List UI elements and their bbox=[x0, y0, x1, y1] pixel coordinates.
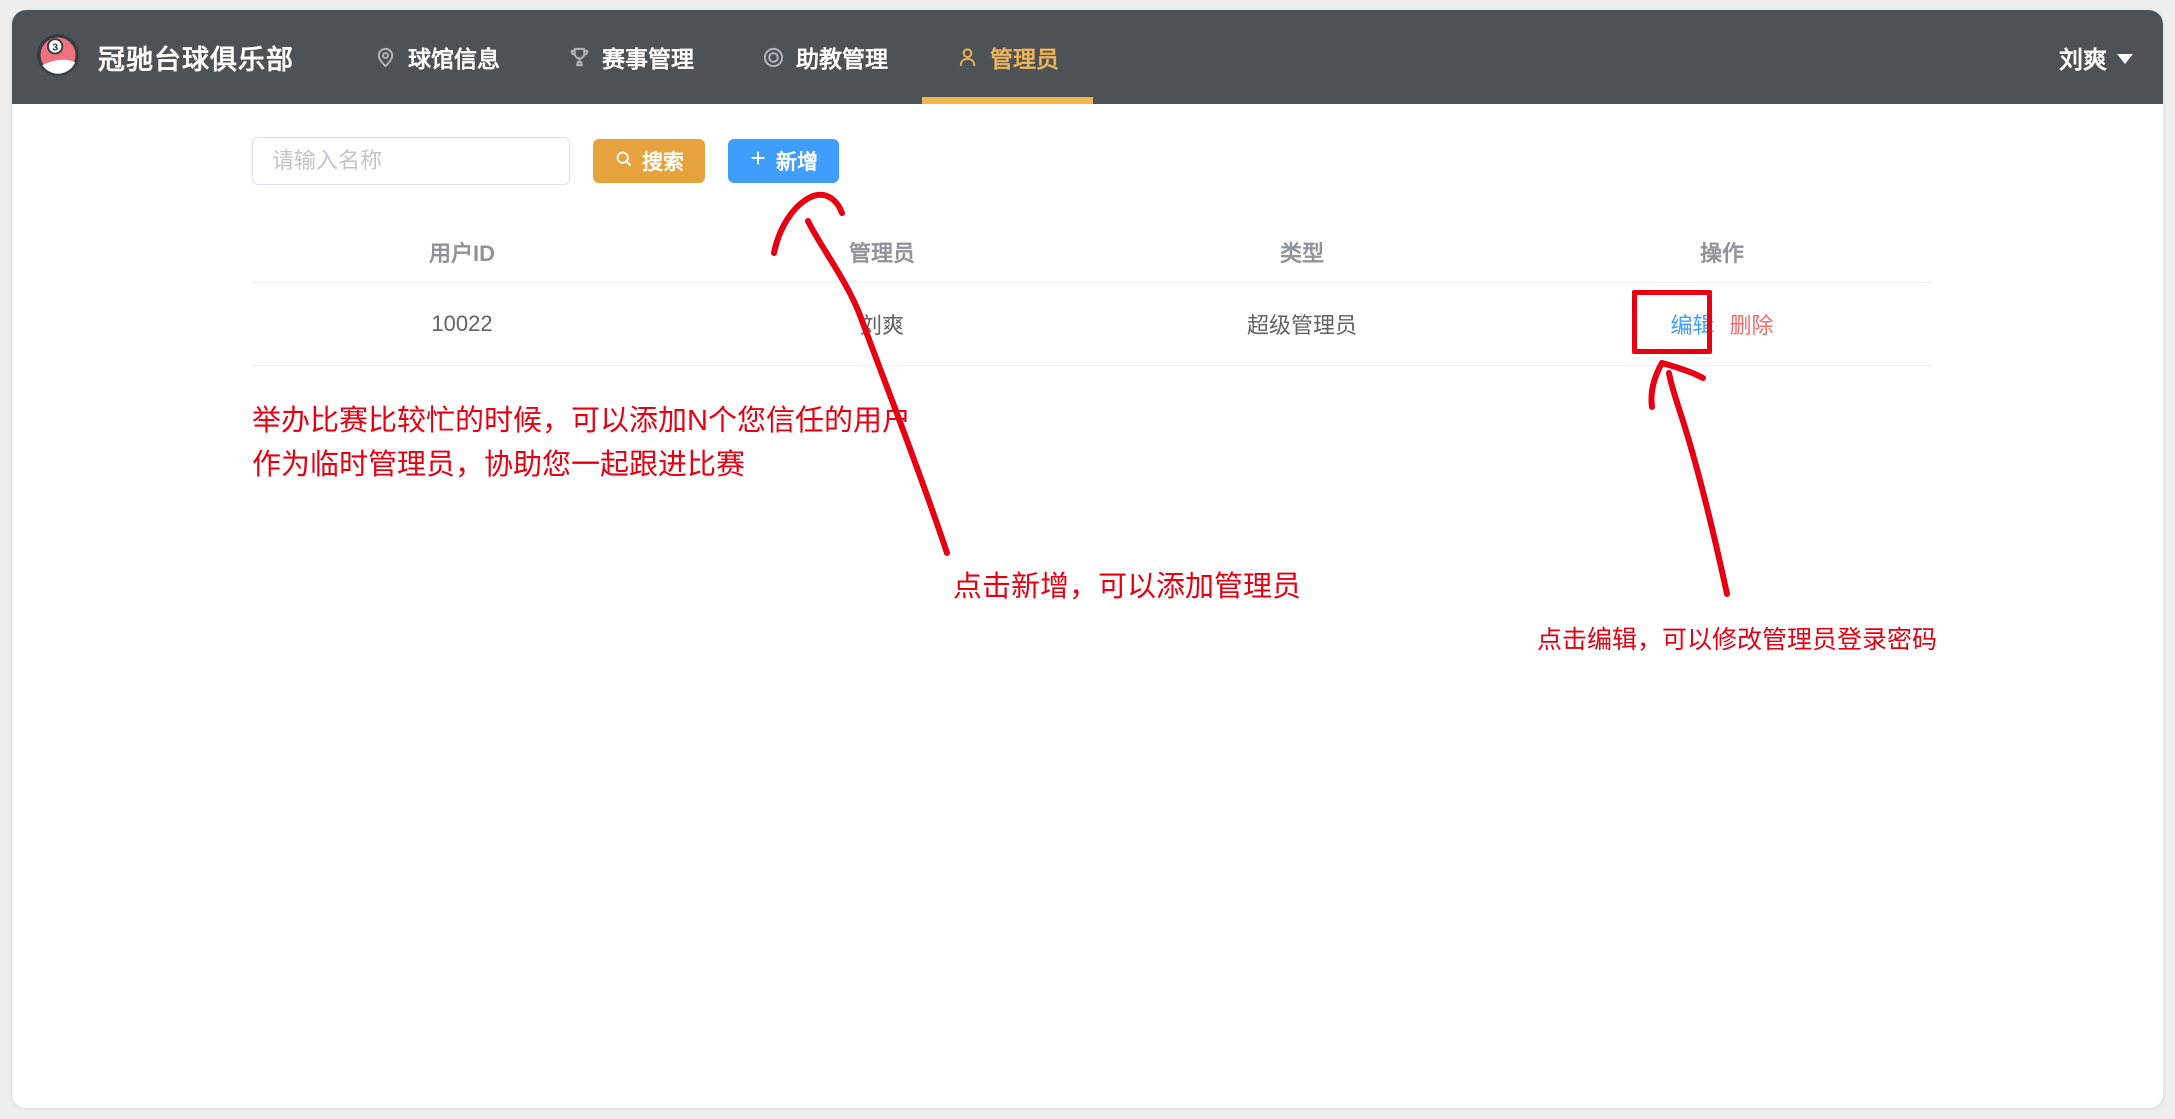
annotation-add-tip: 点击新增，可以添加管理员 bbox=[953, 563, 1301, 605]
caret-down-icon bbox=[2117, 54, 2133, 64]
toolbar: 搜索 新增 bbox=[252, 137, 2163, 185]
header-type: 类型 bbox=[1092, 236, 1512, 268]
brand[interactable]: 3 冠驰台球俱乐部 bbox=[35, 10, 294, 104]
nav-item-event-management[interactable]: 赛事管理 bbox=[534, 10, 728, 104]
nav-menu: 球馆信息 赛事管理 助教管理 bbox=[340, 10, 1093, 104]
user-menu[interactable]: 刘爽 bbox=[2059, 10, 2133, 104]
annotation-edit-tip: 点击编辑，可以修改管理员登录密码 bbox=[1537, 620, 1937, 656]
person-icon bbox=[956, 46, 979, 69]
nav-item-label: 管理员 bbox=[990, 40, 1059, 74]
nav-item-label: 球馆信息 bbox=[408, 40, 500, 74]
header-actions: 操作 bbox=[1512, 236, 1932, 268]
nav-item-venue-info[interactable]: 球馆信息 bbox=[340, 10, 534, 104]
delete-link[interactable]: 删除 bbox=[1730, 308, 1774, 340]
cell-admin-name: 刘爽 bbox=[672, 308, 1092, 340]
edit-highlight-box bbox=[1632, 290, 1712, 354]
search-button[interactable]: 搜索 bbox=[593, 139, 705, 183]
cell-type: 超级管理员 bbox=[1092, 308, 1512, 340]
nav-item-label: 赛事管理 bbox=[602, 40, 694, 74]
annotation-note-line1: 举办比赛比较忙的时候，可以添加N个您信任的用户 bbox=[252, 399, 911, 443]
brand-title: 冠驰台球俱乐部 bbox=[98, 38, 294, 77]
user-name: 刘爽 bbox=[2059, 40, 2107, 75]
header-user-id: 用户ID bbox=[252, 236, 672, 268]
location-pin-icon bbox=[374, 46, 397, 69]
trophy-icon bbox=[568, 46, 591, 69]
annotation-note-line2: 作为临时管理员，协助您一起跟进比赛 bbox=[252, 443, 911, 487]
add-button[interactable]: 新增 bbox=[728, 139, 839, 183]
annotation-note-text: 举办比赛比较忙的时候，可以添加N个您信任的用户 作为临时管理员，协助您一起跟进比… bbox=[252, 399, 911, 487]
nav-item-label: 助教管理 bbox=[796, 40, 888, 74]
svg-text:3: 3 bbox=[52, 41, 58, 53]
search-icon bbox=[614, 149, 633, 174]
plus-icon bbox=[749, 149, 767, 173]
coach-badge-icon bbox=[762, 46, 785, 69]
header-admin: 管理员 bbox=[672, 236, 1092, 268]
nav-item-coach-management[interactable]: 助教管理 bbox=[728, 10, 922, 104]
billiard-ball-logo-icon: 3 bbox=[35, 32, 81, 83]
add-button-label: 新增 bbox=[776, 146, 818, 176]
app-screen: 3 冠驰台球俱乐部 球馆信息 bbox=[0, 0, 2175, 1119]
cell-user-id: 10022 bbox=[252, 311, 672, 337]
search-input[interactable] bbox=[252, 137, 570, 185]
table-header-row: 用户ID 管理员 类型 操作 bbox=[252, 222, 1932, 283]
nav-item-administrators[interactable]: 管理员 bbox=[922, 10, 1093, 104]
navbar: 3 冠驰台球俱乐部 球馆信息 bbox=[12, 10, 2163, 104]
cell-actions: 编辑 删除 bbox=[1512, 308, 1932, 340]
main-card: 3 冠驰台球俱乐部 球馆信息 bbox=[12, 10, 2163, 1108]
search-button-label: 搜索 bbox=[642, 146, 684, 176]
